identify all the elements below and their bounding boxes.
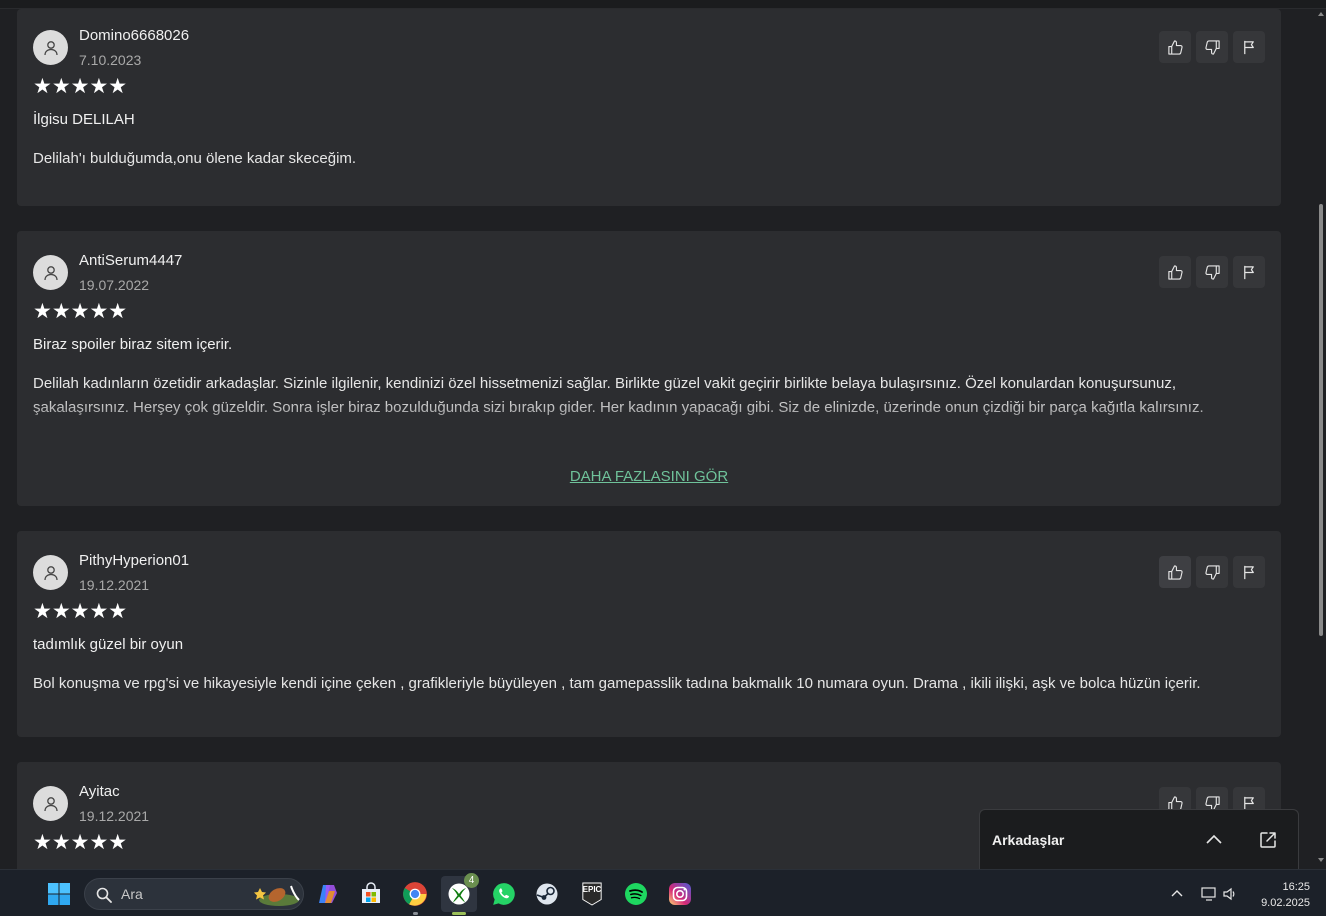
thumbs-up-icon [1167, 564, 1183, 580]
dislike-button[interactable] [1196, 31, 1228, 63]
open-external-icon [1260, 832, 1276, 848]
review-username[interactable]: PithyHyperion01 [79, 552, 189, 569]
show-hidden-icons-button[interactable] [1160, 876, 1194, 912]
scrollbar-thumb[interactable] [1319, 204, 1323, 636]
review-username[interactable]: Ayitac [79, 783, 120, 800]
taskbar-epic-games[interactable]: EPIC [574, 876, 610, 912]
open-indicator [413, 912, 418, 915]
see-more-link[interactable]: DAHA FAZLASINI GÖR [17, 468, 1281, 485]
thumbs-up-icon [1167, 39, 1183, 55]
chevron-up-icon [1206, 834, 1222, 844]
chevron-up-icon [1171, 890, 1183, 897]
steam-icon [536, 883, 558, 905]
start-button[interactable] [41, 876, 77, 912]
notification-badge: 4 [464, 873, 479, 888]
system-clock[interactable]: 16:25 9.02.2025 [1261, 879, 1310, 911]
scrollbar[interactable] [1316, 9, 1326, 869]
epic-games-label: EPIC [582, 885, 602, 894]
review-date: 19.12.2021 [79, 808, 150, 824]
flag-icon [1243, 40, 1254, 54]
reviews-list[interactable]: Domino6668026 7.10.2023 ★★★★★ İlgisu DEL… [0, 9, 1316, 869]
review-actions [1159, 256, 1265, 288]
review-card: Domino6668026 7.10.2023 ★★★★★ İlgisu DEL… [17, 9, 1281, 206]
spotify-icon [625, 883, 647, 905]
copilot-icon [319, 885, 337, 903]
dislike-button[interactable] [1196, 556, 1228, 588]
star-rating: ★★★★★ [33, 75, 128, 98]
star-rating: ★★★★★ [33, 600, 128, 623]
chrome-icon [403, 882, 427, 906]
window-top-edge [0, 0, 1326, 9]
review-actions [1159, 556, 1265, 588]
review-date: 7.10.2023 [79, 52, 142, 68]
store-icon [362, 882, 380, 903]
taskbar-steam[interactable] [529, 876, 565, 912]
review-username[interactable]: Domino6668026 [79, 27, 189, 44]
active-indicator [452, 912, 466, 915]
search-icon [96, 887, 112, 903]
avatar[interactable] [33, 30, 68, 65]
friends-panel: Arkadaşlar [979, 809, 1299, 869]
windows-logo-icon [48, 883, 70, 905]
report-button[interactable] [1233, 31, 1265, 63]
clock-date: 9.02.2025 [1261, 897, 1310, 909]
review-date: 19.12.2021 [79, 577, 150, 593]
dislike-button[interactable] [1196, 256, 1228, 288]
user-icon [43, 265, 58, 280]
search-placeholder: Ara [121, 886, 143, 902]
review-card: PithyHyperion01 19.12.2021 ★★★★★ tadımlı… [17, 531, 1281, 737]
flag-icon [1243, 265, 1254, 279]
report-button[interactable] [1233, 556, 1265, 588]
report-button[interactable] [1233, 256, 1265, 288]
user-icon [43, 565, 58, 580]
like-button[interactable] [1159, 256, 1191, 288]
network-volume-button[interactable] [1195, 876, 1245, 912]
taskbar-copilot[interactable] [310, 876, 346, 912]
review-body: Delilah'ı bulduğumda,onu ölene kadar ske… [33, 150, 357, 167]
taskbar: Ara 4 EPIC 16:25 9.02.2025 [0, 869, 1326, 916]
thumbs-down-icon [1204, 564, 1220, 580]
review-title: İlgisu DELILAH [33, 111, 135, 128]
avatar[interactable] [33, 255, 68, 290]
review-body: Delilah kadınların özetidir arkadaşlar. … [33, 375, 1204, 416]
like-button[interactable] [1159, 556, 1191, 588]
taskbar-chrome[interactable] [397, 876, 433, 915]
star-rating: ★★★★★ [33, 300, 128, 323]
review-username[interactable]: AntiSerum4447 [79, 252, 182, 269]
review-body: Bol konuşma ve rpg'si ve hikayesiyle ken… [33, 675, 1201, 692]
taskbar-spotify[interactable] [618, 876, 654, 912]
scroll-up-arrow-icon[interactable] [1317, 11, 1325, 17]
whatsapp-icon [493, 883, 515, 905]
review-title: tadımlık güzel bir oyun [33, 636, 184, 653]
expand-friends-button[interactable] [1202, 828, 1226, 852]
taskbar-instagram[interactable] [662, 876, 698, 912]
network-volume-icon [1201, 887, 1235, 901]
avatar[interactable] [33, 786, 68, 821]
star-rating: ★★★★★ [33, 831, 128, 854]
like-button[interactable] [1159, 31, 1191, 63]
taskbar-xbox[interactable]: 4 [441, 873, 479, 915]
review-actions [1159, 31, 1265, 63]
thumbs-up-icon [1167, 264, 1183, 280]
search-highlight-icon [254, 885, 300, 906]
review-card: AntiSerum4447 19.07.2022 ★★★★★ Biraz spo… [17, 231, 1281, 506]
instagram-icon [669, 883, 691, 905]
taskbar-ms-store[interactable] [353, 876, 389, 912]
friends-panel-title: Arkadaşlar [992, 832, 1065, 848]
review-title: Biraz spoiler biraz sitem içerir. [33, 336, 233, 353]
open-friends-external-button[interactable] [1256, 828, 1280, 852]
thumbs-down-icon [1204, 264, 1220, 280]
user-icon [43, 796, 58, 811]
scroll-down-arrow-icon[interactable] [1317, 857, 1325, 863]
taskbar-whatsapp[interactable] [486, 876, 522, 912]
user-icon [43, 40, 58, 55]
thumbs-down-icon [1204, 39, 1220, 55]
flag-icon [1243, 565, 1254, 579]
taskbar-search[interactable]: Ara [84, 878, 304, 910]
review-date: 19.07.2022 [79, 277, 150, 293]
clock-time: 16:25 [1282, 881, 1310, 893]
avatar[interactable] [33, 555, 68, 590]
